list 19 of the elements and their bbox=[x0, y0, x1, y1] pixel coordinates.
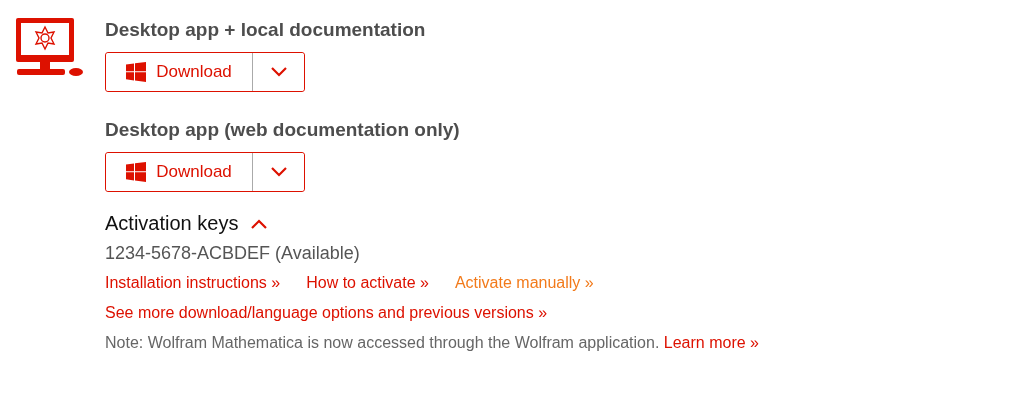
section-heading: Desktop app + local documentation bbox=[105, 18, 427, 42]
collapse-toggle[interactable] bbox=[250, 218, 269, 229]
windows-icon bbox=[126, 162, 147, 182]
link[interactable]: How to activate » bbox=[306, 274, 429, 292]
more-options-link[interactable]: See more download/language options and previous versions » bbox=[105, 304, 759, 322]
dropdown-button[interactable] bbox=[252, 53, 304, 91]
section-heading: Desktop app (web documentation only) bbox=[105, 118, 461, 142]
chevron-down-icon bbox=[269, 67, 288, 77]
chevron-up-icon bbox=[250, 218, 269, 229]
windows-icon bbox=[126, 62, 147, 82]
dropdown-button[interactable] bbox=[252, 153, 304, 191]
link[interactable]: Installation instructions » bbox=[105, 274, 281, 292]
desktop-computer-icon bbox=[16, 18, 83, 78]
link[interactable]: Activate manually » bbox=[454, 274, 594, 292]
note-text: Note: Wolfram Mathematica is now accessed through the Wolfram application. Learn more » bbox=[105, 334, 759, 352]
activation-keys-heading: Activation keys bbox=[105, 212, 239, 235]
activation-key: 1234-5678-ACBDEF (Available) bbox=[105, 243, 759, 264]
chevron-down-icon bbox=[269, 167, 288, 177]
learn-more-link[interactable]: Learn more » bbox=[663, 334, 759, 351]
